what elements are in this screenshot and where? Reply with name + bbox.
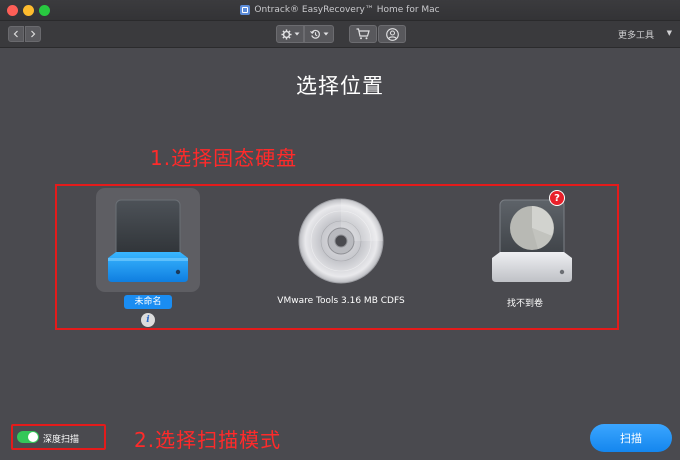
toolbar: 更多工具 ▼: [0, 21, 680, 48]
gear-icon: [280, 28, 292, 40]
chevron-left-icon: [13, 30, 18, 38]
cart-icon: [356, 28, 370, 40]
scan-button[interactable]: 扫描: [590, 424, 672, 452]
unknown-volume-badge: ?: [549, 190, 565, 206]
info-icon[interactable]: i: [141, 313, 155, 327]
app-icon: [240, 5, 251, 15]
deep-scan-label: 深度扫描: [43, 435, 80, 445]
chevron-down-icon[interactable]: ▼: [667, 29, 672, 37]
annotation-step-2: 2.选择扫描模式: [134, 428, 282, 452]
window-title-wrap: Ontrack® EasyRecovery™ Home for Mac: [0, 0, 680, 20]
drive-label-vmware-tools[interactable]: VMware Tools 3.16 MB CDFS: [260, 296, 422, 306]
title-bar: Ontrack® EasyRecovery™ Home for Mac: [0, 0, 680, 21]
more-tools-menu[interactable]: 更多工具: [618, 28, 654, 41]
settings-button[interactable]: [276, 25, 304, 43]
cd-disc-icon[interactable]: [298, 198, 384, 284]
forward-button[interactable]: [25, 26, 41, 42]
drive-label-lost-volume[interactable]: 找不到卷: [480, 296, 570, 309]
hard-drive-icon[interactable]: [104, 196, 192, 286]
history-icon: [309, 29, 320, 39]
lost-volume-drive-icon[interactable]: [488, 196, 576, 286]
chevron-down-icon: [294, 32, 299, 36]
page-title: 选择位置: [296, 74, 384, 98]
annotation-step-1: 1.选择固态硬盘: [150, 146, 298, 170]
deep-scan-toggle-knob[interactable]: [28, 432, 38, 442]
chevron-right-icon: [31, 30, 36, 38]
user-icon: [385, 27, 399, 41]
back-button[interactable]: [8, 26, 24, 42]
cart-button[interactable]: [349, 25, 377, 43]
window-title: Ontrack® EasyRecovery™ Home for Mac: [254, 5, 440, 15]
account-button[interactable]: [378, 25, 406, 43]
drive-label-unnamed[interactable]: 未命名: [124, 295, 172, 309]
history-button[interactable]: [304, 25, 334, 43]
chevron-down-icon: [323, 32, 328, 36]
